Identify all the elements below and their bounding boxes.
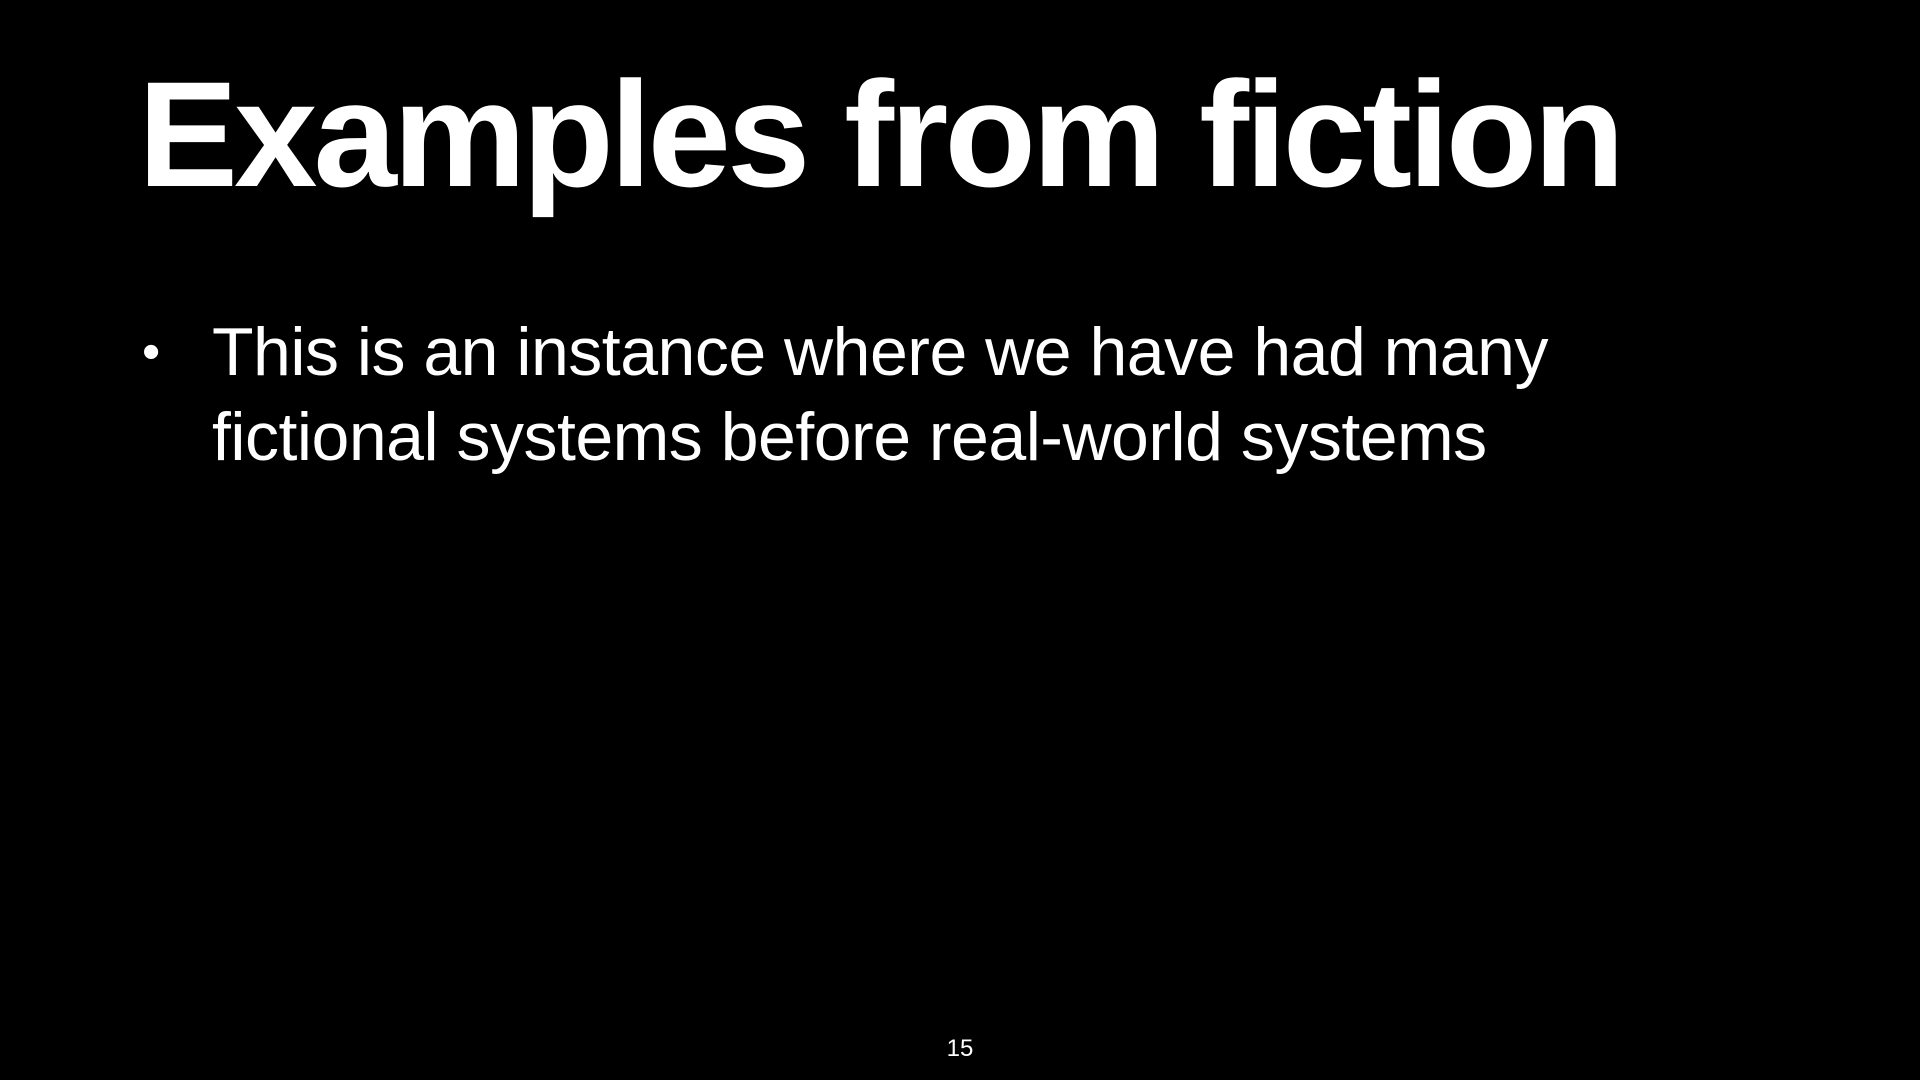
slide: Examples from fiction • This is an insta… bbox=[0, 0, 1920, 1080]
bullet-item: • This is an instance where we have had … bbox=[138, 310, 1758, 480]
bullet-dot-icon: • bbox=[142, 323, 160, 381]
bullet-text-line-2: fictional systems before real-world syst… bbox=[212, 399, 1487, 475]
bullet-text-line-1: This is an instance where we have had ma… bbox=[212, 314, 1548, 390]
page-number: 15 bbox=[946, 1035, 974, 1062]
slide-title: Examples from fiction bbox=[138, 50, 1625, 218]
bullet-list: • This is an instance where we have had … bbox=[138, 310, 1758, 480]
